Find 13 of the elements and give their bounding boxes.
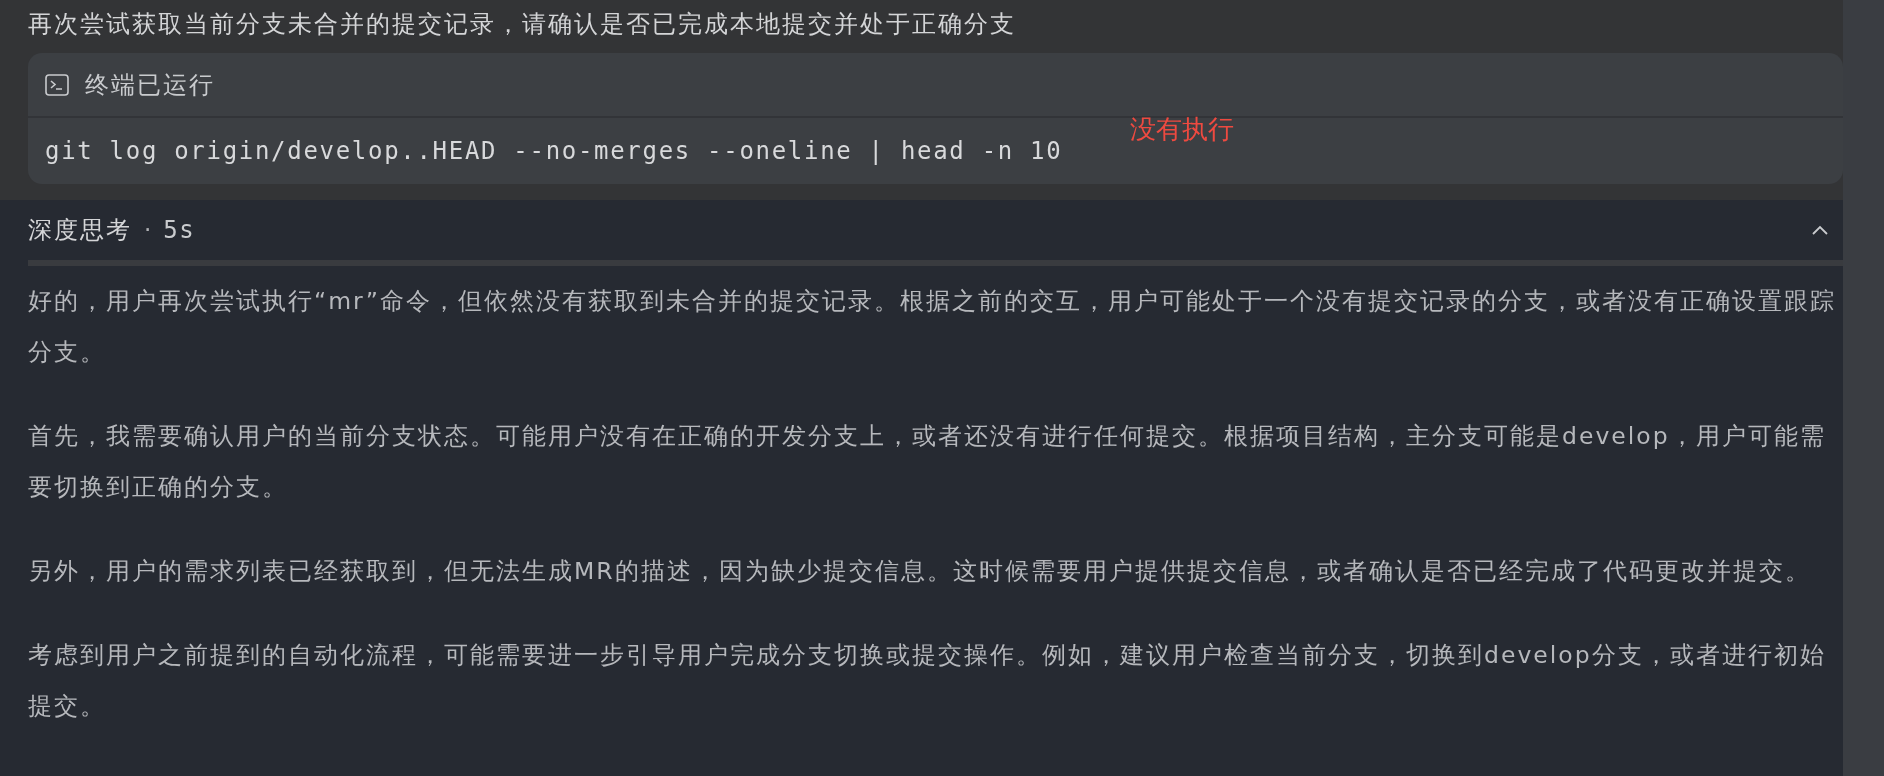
thinking-paragraph: 首先，我需要确认用户的当前分支状态。可能用户没有在正确的开发分支上，或者还没有进行任何提交。根据项目结构，主分支可能是develop，用户可能需要切换到正确的分支。 [28, 421, 1827, 503]
separator-dot: · [144, 217, 152, 243]
thinking-paragraph: 好的，用户再次尝试执行“mr”命令，但依然没有获取到未合并的提交记录。根据之前的交互，用户可能处于一个没有提交记录的分支，或者没有正确设置跟踪分支。 [28, 286, 1836, 368]
request-text: 再次尝试获取当前分支未合并的提交记录，请确认是否已完成本地提交并处于正确分支 [28, 9, 1017, 40]
duration-text: 5s [163, 216, 196, 244]
terminal-icon [45, 73, 69, 96]
terminal-title: 终端已运行 [85, 69, 215, 101]
thinking-title: 深度思考 [28, 215, 132, 246]
command-text: git log origin/develop..HEAD --no-merges --oneline | head -n 10 [45, 137, 1063, 165]
thinking-paragraph: 考虑到用户之前提到的自动化流程，可能需要进一步引导用户完成分支切换或提交操作。例如，建议用户检查当前分支，切换到develop分支，或者进行初始提交。 [28, 640, 1827, 722]
annotation-text: 没有执行 [1130, 113, 1234, 146]
chevron-icon [1811, 224, 1829, 236]
thinking-paragraph: 另外，用户的需求列表已经获取到，但无法生成MR的描述，因为缺少提交信息。这时候需要用户提供提交信息，或者确认是否已经完成了代码更改并提交。 [28, 556, 1812, 587]
